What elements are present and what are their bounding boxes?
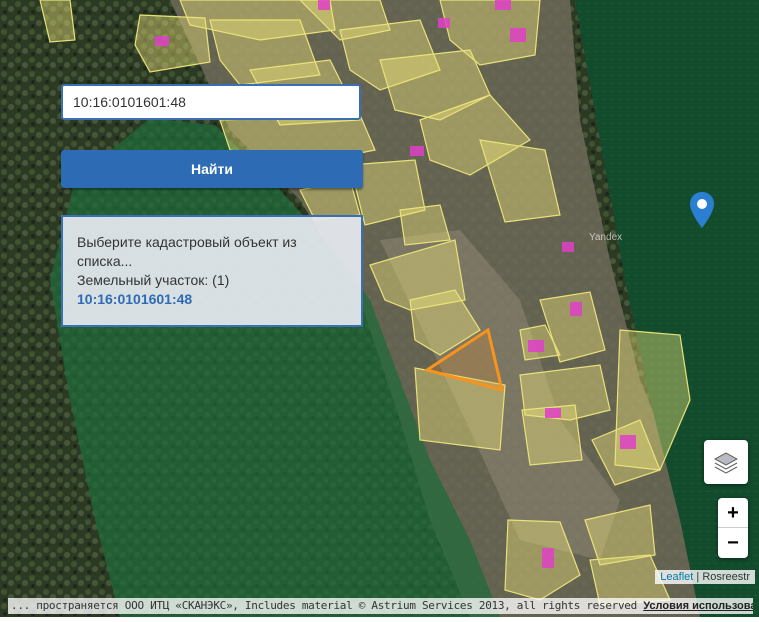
result-message: Выберите кадастровый объект из списка... bbox=[77, 234, 297, 269]
result-group-label: Земельный участок: (1) bbox=[77, 272, 230, 288]
cadastral-search-input[interactable] bbox=[61, 84, 361, 120]
find-button[interactable]: Найти bbox=[61, 150, 363, 188]
copyright-bar: ... пространяется ООО ИТЦ «СКАНЭКС», Inc… bbox=[8, 598, 753, 614]
map-watermark: Yandex bbox=[589, 232, 623, 243]
layers-icon bbox=[713, 452, 739, 474]
zoom-out-button[interactable]: − bbox=[718, 528, 748, 558]
copyright-text: ... пространяется ООО ИТЦ «СКАНЭКС», Inc… bbox=[11, 599, 644, 612]
layers-button[interactable] bbox=[704, 440, 748, 484]
zoom-control: + − bbox=[718, 498, 748, 558]
attribution-separator: | bbox=[693, 571, 703, 583]
result-item-link[interactable]: 10:16:0101601:48 bbox=[77, 290, 347, 309]
search-result-panel: Выберите кадастровый объект из списка...… bbox=[61, 215, 363, 327]
zoom-in-button[interactable]: + bbox=[718, 498, 748, 528]
attribution-provider: Rosreestr bbox=[702, 571, 750, 583]
map-attribution: Leaflet | Rosreestr bbox=[655, 570, 755, 584]
terms-of-use-link[interactable]: Условия использования bbox=[643, 600, 753, 612]
leaflet-link[interactable]: Leaflet bbox=[660, 571, 693, 583]
